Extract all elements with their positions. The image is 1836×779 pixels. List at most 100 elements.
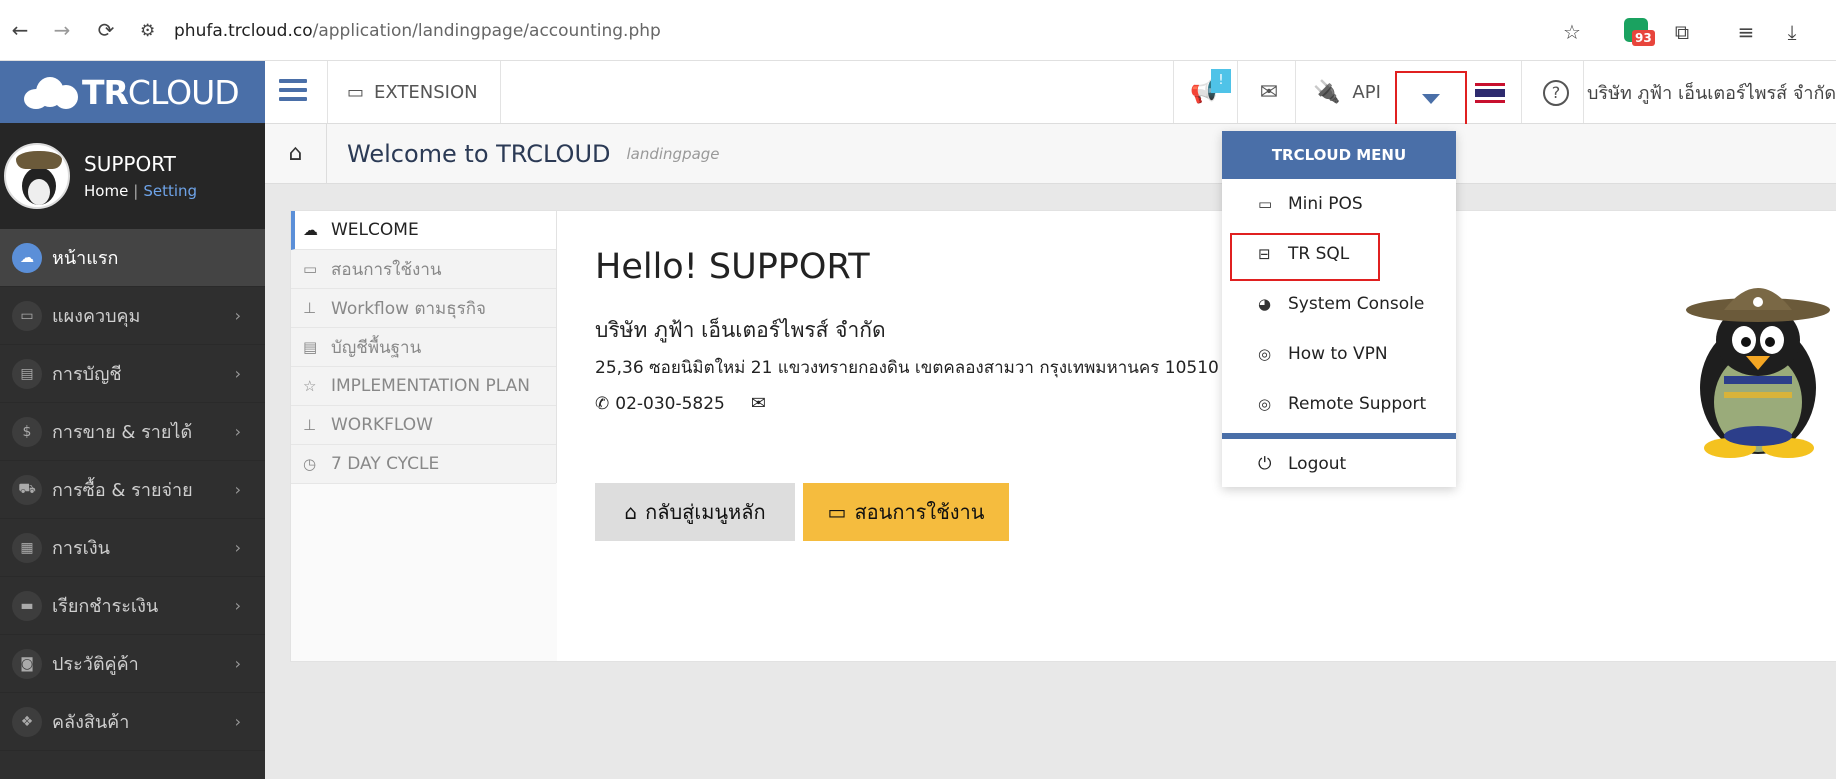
sidebar-item-purchase[interactable]: ⛟ การซื้อ & รายจ่าย › [0, 461, 265, 519]
back-icon[interactable]: ← [6, 16, 34, 44]
sidebar-item-billing[interactable]: ▬ เรียกชำระเงิน › [0, 577, 265, 635]
phone-icon: ✆ [595, 393, 610, 414]
user-panel: SUPPORT Home | Setting [0, 123, 265, 229]
power-icon: ⏻ [1258, 454, 1272, 474]
url-path: /application/landingpage/accounting.php [312, 21, 661, 41]
tutorial-button[interactable]: ▭ สอนการใช้งาน [803, 483, 1009, 541]
tab-list: ☁ WELCOME ▭ สอนการใช้งาน ⊥ Workflow ตามธุรก… [291, 211, 557, 484]
menu-item-system-console[interactable]: ◕ System Console [1222, 279, 1456, 329]
help-icon[interactable]: ? [1543, 80, 1569, 106]
extensions-puzzle-icon[interactable]: ⧉ [1668, 18, 1696, 46]
back-to-main-menu-button[interactable]: ⌂ กลับสู่เมนูหลัก [595, 483, 795, 541]
menu-item-remote-support[interactable]: ◎ Remote Support [1222, 379, 1456, 429]
tab-welcome[interactable]: ☁ WELCOME [291, 211, 556, 250]
menu-item-mini-pos[interactable]: ▭ Mini POS [1222, 179, 1456, 229]
setting-link[interactable]: Setting [143, 182, 197, 200]
laptop-icon: ▭ [1258, 195, 1273, 213]
penguin-mascot [1686, 288, 1830, 458]
lifering-icon: ◎ [1258, 395, 1272, 413]
lifering-icon: ◎ [1258, 345, 1272, 363]
download-icon[interactable]: ⤓ [1778, 18, 1806, 46]
dollar-icon: $ [12, 416, 42, 447]
book-icon: ▤ [303, 338, 318, 356]
chevron-right-icon: › [234, 364, 241, 383]
calendar-icon: ▦ [12, 532, 42, 563]
sitemap-icon: ⊥ [303, 416, 317, 434]
mail-icon[interactable]: ✉ [751, 393, 766, 414]
chevron-right-icon: › [234, 306, 241, 325]
browser-toolbar: ← → ⟳ ⚙ phufa.trcloud.co/application/lan… [0, 0, 1836, 61]
company-address: 25,36 ซอยนิมิตใหม่ 21 แขวงทรายกองดิน เขต… [595, 358, 1219, 378]
extension-badge-icon[interactable]: 93 [1624, 18, 1655, 46]
url-host: phufa.trcloud.co [174, 21, 313, 41]
site-settings-icon[interactable]: ⚙ [140, 21, 162, 41]
extension-badge-count: 93 [1632, 30, 1655, 46]
plug-icon: 🔌 [1313, 79, 1341, 105]
tab-tutorial[interactable]: ▭ สอนการใช้งาน [291, 250, 556, 289]
extension-button[interactable]: ▭ EXTENSION [347, 61, 478, 123]
home-icon[interactable]: ⌂ [265, 123, 327, 184]
tab-workflow[interactable]: ⊥ WORKFLOW [291, 406, 556, 445]
gauge-icon: ◕ [1258, 295, 1272, 313]
menu-item-logout[interactable]: ⏻ Logout [1222, 439, 1456, 489]
tab-7-day-cycle[interactable]: ◷ 7 DAY CYCLE [291, 445, 556, 484]
forward-icon[interactable]: → [48, 16, 76, 44]
notification-badge: ! [1211, 69, 1231, 93]
sidebar-item-partners[interactable]: ◙ ประวัติคู่ค้า › [0, 635, 265, 693]
sidebar-item-accounting[interactable]: ▤ การบัญชี › [0, 345, 265, 403]
tab-workflow-business[interactable]: ⊥ Workflow ตามธุรกิจ [291, 289, 556, 328]
chevron-right-icon: › [234, 654, 241, 673]
tab-implementation-plan[interactable]: ☆ IMPLEMENTATION PLAN [291, 367, 556, 406]
menu-item-how-to-vpn[interactable]: ◎ How to VPN [1222, 329, 1456, 379]
monitor-icon: ▭ [12, 300, 42, 331]
welcome-panel: Hello! SUPPORT บริษัท ภูฟ้า เอ็นเตอร์ไพร… [557, 211, 1836, 661]
sidebar-item-inventory[interactable]: ❖ คลังสินค้า › [0, 693, 265, 751]
page-title: Welcome to TRCLOUD [347, 139, 611, 168]
trcloud-menu-dropdown: TRCLOUD MENU ▭ Mini POS ⊟ TR SQL ◕ System C… [1222, 131, 1456, 487]
chevron-right-icon: › [234, 480, 241, 499]
clock-icon: ◷ [303, 455, 317, 473]
caret-down-icon [1422, 94, 1440, 104]
hamburger-menu-icon[interactable] [279, 79, 307, 105]
sidebar-item-finance[interactable]: ▦ การเงิน › [0, 519, 265, 577]
dropdown-header: TRCLOUD MENU [1222, 131, 1456, 179]
sidebar-item-home[interactable]: ☁ หน้าแรก [0, 229, 265, 287]
logo[interactable]: TRCLOUD [0, 61, 265, 123]
sidebar-item-dashboard[interactable]: ▭ แผงควบคุม › [0, 287, 265, 345]
boxes-icon: ❖ [12, 706, 42, 737]
home-icon: ⌂ [624, 500, 638, 524]
page-header: ⌂ Welcome to TRCLOUD landingpage [265, 123, 1836, 184]
chevron-right-icon: › [234, 596, 241, 615]
sidebar-item-sales[interactable]: $ การขาย & รายได้ › [0, 403, 265, 461]
logo-cloud-icon [24, 75, 78, 109]
content-panel: ☁ WELCOME ▭ สอนการใช้งาน ⊥ Workflow ตามธุรก… [290, 210, 1836, 662]
page-subtitle: landingpage [626, 144, 720, 163]
bookmark-star-icon[interactable]: ☆ [1558, 18, 1586, 46]
company-phone: ✆ 02-030-5825 ✉ [595, 393, 766, 414]
monitor-icon: ▭ [827, 500, 847, 524]
sitemap-icon: ⊥ [303, 299, 317, 317]
star-icon: ☆ [303, 377, 317, 395]
home-link[interactable]: Home [84, 182, 128, 200]
sidebar: TRCLOUD SUPPORT Home | Setting ☁ หน้าแรก ▭ แ… [0, 61, 265, 779]
trcloud-menu-toggle[interactable] [1395, 71, 1467, 127]
chevron-right-icon: › [234, 712, 241, 731]
company-name: บริษัท ภูฟ้า เอ็นเตอร์ไพรส์ จำกัด [595, 318, 886, 342]
chevron-right-icon: › [234, 422, 241, 441]
cloud-icon: ☁ [12, 242, 42, 273]
menu-item-tr-sql[interactable]: ⊟ TR SQL [1222, 229, 1456, 281]
cloud-icon: ☁ [303, 221, 318, 239]
avatar [4, 143, 70, 209]
card-icon: ▬ [12, 590, 42, 621]
thai-flag-icon[interactable] [1475, 83, 1505, 103]
logo-text: TRCLOUD [82, 72, 240, 112]
book-icon: ▤ [12, 358, 42, 389]
monitor-icon: ▭ [303, 260, 318, 278]
reload-icon[interactable]: ⟳ [92, 16, 120, 44]
company-name-header: บริษัท ภูฟ้า เอ็นเตอร์ไพรส์ จำกัด [1587, 82, 1836, 104]
api-button[interactable]: 🔌 API [1313, 61, 1381, 123]
mail-icon[interactable]: ✉ [1245, 61, 1293, 123]
address-bar[interactable]: ⚙ phufa.trcloud.co/application/landingpa… [140, 12, 1590, 50]
media-control-icon[interactable]: ≡ [1732, 18, 1760, 46]
tab-basic-accounting[interactable]: ▤ บัญชีพื้นฐาน [291, 328, 556, 367]
